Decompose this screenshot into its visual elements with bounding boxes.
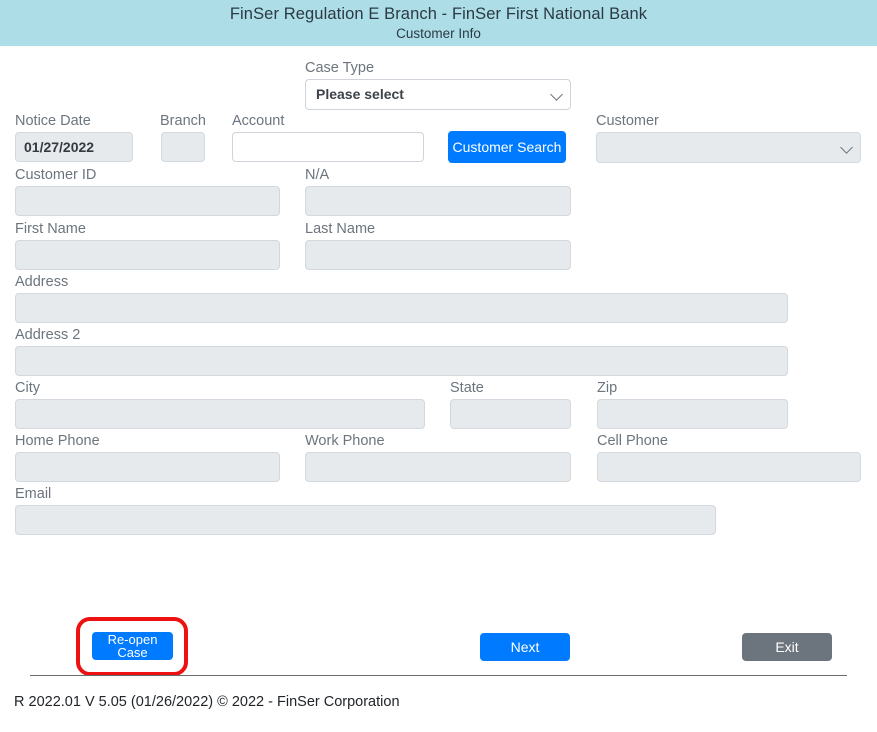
footer-copyright: R 2022.01 V 5.05 (01/26/2022) © 2022 - F… [14,694,400,710]
exit-label: Exit [775,639,799,655]
customer-id-input[interactable] [15,186,280,216]
exit-button[interactable]: Exit [742,633,832,661]
case-type-label: Case Type [305,60,375,76]
reopen-case-label: Re-open Case [107,632,158,660]
notice-date-label: Notice Date [15,113,91,129]
account-label: Account [232,113,285,129]
customer-search-button[interactable]: Customer Search [448,131,566,163]
address-label: Address [15,274,69,290]
na-input[interactable] [305,186,571,216]
first-name-input[interactable] [15,240,280,270]
email-label: Email [15,486,52,502]
address-input[interactable] [15,293,788,323]
customer-id-label: Customer ID [15,167,97,183]
state-label: State [450,380,484,396]
footer-divider [30,675,847,676]
bank-title: FinSer Regulation E Branch - FinSer Firs… [229,5,648,23]
cell-phone-label: Cell Phone [597,433,668,449]
notice-date-input[interactable] [15,132,133,162]
case-type-value: Please select [316,86,404,102]
next-label: Next [510,639,540,655]
zip-input[interactable] [597,399,788,429]
email-input[interactable] [15,505,716,535]
work-phone-label: Work Phone [305,433,385,449]
last-name-label: Last Name [305,221,376,237]
last-name-input[interactable] [305,240,571,270]
next-button[interactable]: Next [480,633,570,661]
customer-info-form: Case Type Please select Notice Date Bran… [0,46,877,732]
account-input[interactable] [232,132,424,162]
na-label: N/A [305,167,330,183]
first-name-label: First Name [15,221,86,237]
home-phone-label: Home Phone [15,433,100,449]
branch-input[interactable] [161,132,205,162]
chevron-down-icon [550,87,563,101]
case-type-select[interactable]: Please select [305,79,571,110]
zip-label: Zip [597,380,618,396]
customer-label: Customer [596,113,659,129]
chevron-down-icon [840,140,853,154]
address2-input[interactable] [15,346,788,376]
customer-select[interactable] [596,132,861,163]
city-label: City [15,380,40,396]
branch-label: Branch [160,113,206,129]
page-subtitle: Customer Info [396,26,481,41]
app-header: FinSer Regulation E Branch - FinSer Firs… [0,0,877,46]
work-phone-input[interactable] [305,452,571,482]
cell-phone-input[interactable] [597,452,861,482]
city-input[interactable] [15,399,425,429]
customer-search-label: Customer Search [452,139,562,155]
home-phone-input[interactable] [15,452,280,482]
reopen-case-button[interactable]: Re-open Case [92,632,173,660]
address2-label: Address 2 [15,327,81,343]
state-input[interactable] [450,399,571,429]
